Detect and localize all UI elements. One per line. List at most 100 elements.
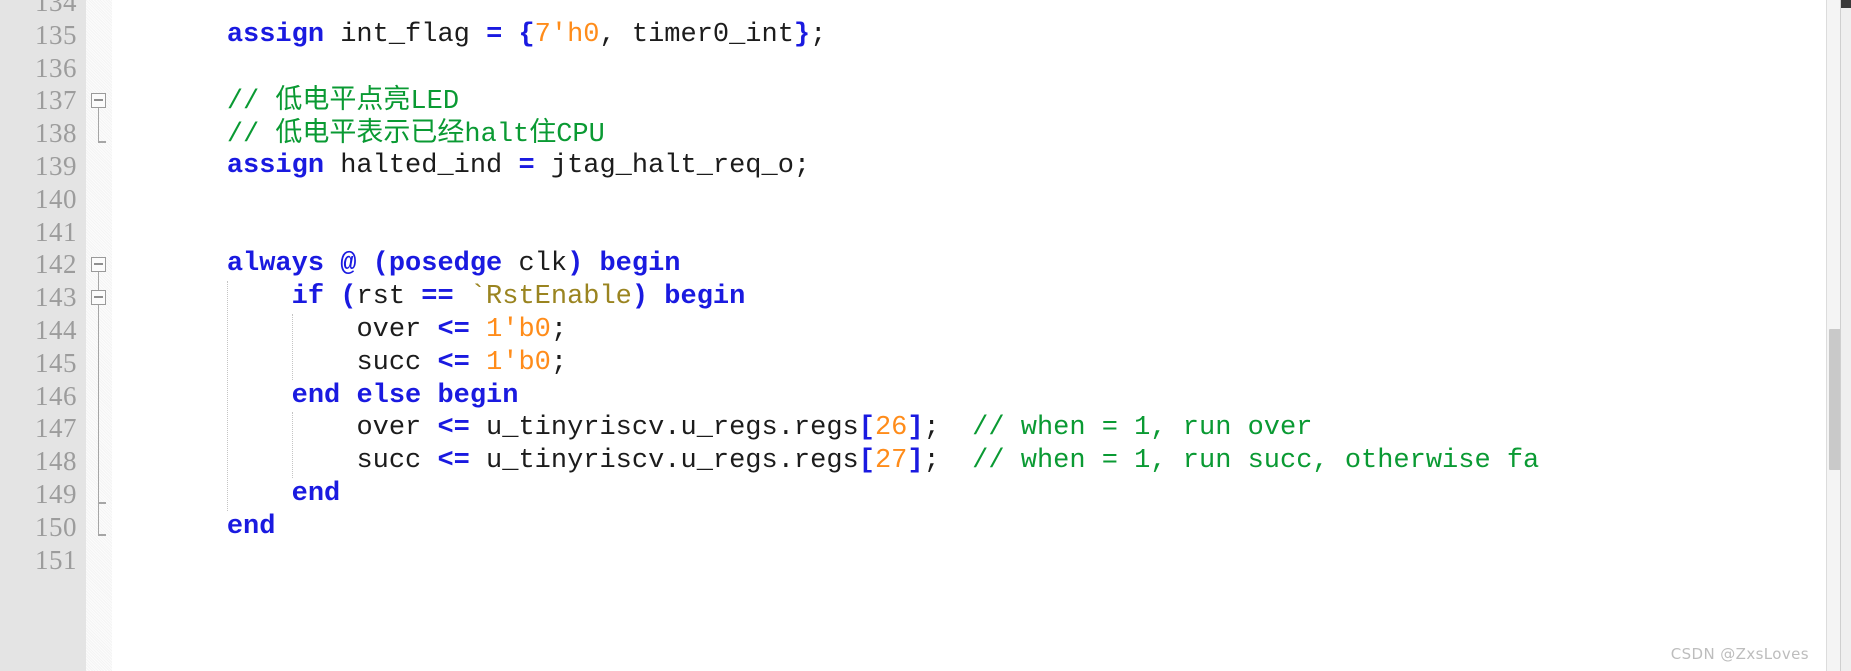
indent-guide — [227, 281, 229, 511]
code-token-id: succ — [356, 347, 438, 378]
code-token-kw: posedge — [388, 249, 503, 280]
code-line[interactable] — [162, 0, 178, 19]
code-line[interactable]: end — [162, 478, 341, 511]
scrollbar-outer-track[interactable] — [1840, 0, 1851, 671]
fold-range-end — [97, 140, 106, 143]
code-token-id — [162, 348, 356, 378]
code-token-id — [324, 282, 340, 312]
code-line[interactable]: succ <= 1'b0; — [162, 347, 567, 380]
code-token-num: 27 — [874, 446, 908, 477]
code-token-kw: begin — [437, 380, 519, 411]
code-token-kw: end — [226, 511, 276, 542]
code-token-kw: always — [226, 249, 325, 280]
vertical-scrollbar[interactable] — [1826, 0, 1851, 671]
code-content-area[interactable]: assign int_flag = {7'h0, timer0_int}; //… — [112, 0, 1826, 671]
code-token-op: <= — [437, 315, 470, 345]
code-token-num: 1'b0 — [486, 315, 551, 345]
code-line[interactable]: end — [162, 511, 276, 544]
code-token-op: ( — [372, 249, 389, 280]
code-token-id — [162, 315, 356, 345]
code-line[interactable]: over <= 1'b0; — [162, 314, 567, 347]
line-number-gutter: 134 135 136 137 138 139 140 141 142 143 144 145 146 1… — [0, 0, 86, 671]
fold-collapse-icon[interactable] — [91, 257, 106, 273]
code-token-id — [583, 249, 599, 279]
code-token-id — [502, 20, 518, 50]
fold-range-end — [97, 534, 106, 537]
watermark-label: CSDN @ZxsLoves — [1670, 645, 1809, 663]
code-token-id — [162, 249, 227, 279]
code-line[interactable]: assign halted_ind = jtag_halt_req_o; — [162, 150, 810, 183]
line-number: 139 — [35, 151, 77, 181]
line-number: 135 — [35, 19, 77, 50]
code-line[interactable]: end else begin — [162, 380, 519, 413]
code-token-id: ; — [923, 446, 973, 477]
code-token-cn: 住 — [529, 117, 557, 149]
code-line[interactable]: always @ (posedge clk) begin — [162, 248, 681, 281]
line-number: 141 — [35, 216, 77, 247]
code-token-id: halted_ind — [324, 151, 519, 181]
code-editor[interactable]: 134 135 136 137 138 139 140 141 142 143 144 145 146 1… — [0, 0, 1851, 671]
code-token-id: , timer0_int — [599, 19, 794, 50]
fold-collapse-icon[interactable] — [91, 93, 106, 109]
code-token-op: { — [518, 19, 535, 50]
code-line[interactable]: // 低电平点亮LED — [162, 84, 459, 117]
code-line[interactable] — [162, 544, 178, 577]
code-line[interactable] — [162, 52, 178, 85]
code-line[interactable]: over <= u_tinyriscv.u_regs.regs[26]; // … — [162, 412, 1312, 445]
line-number: 151 — [35, 544, 77, 575]
code-token-op: @ — [324, 249, 373, 280]
code-token-id — [162, 151, 227, 181]
code-token-op: [ — [858, 446, 875, 477]
line-number: 147 — [35, 413, 77, 444]
code-token-op: ( — [340, 282, 357, 313]
line-number: 138 — [35, 118, 77, 149]
code-token-op: <= — [437, 446, 470, 477]
code-token-id: rst — [356, 282, 422, 313]
code-token-num: 1'b0 — [486, 347, 551, 378]
code-token-num: 26 — [874, 413, 908, 444]
code-token-kw: end — [291, 479, 341, 509]
code-token-id — [162, 446, 356, 476]
code-folding-column[interactable] — [86, 0, 112, 671]
code-token-op: <= — [437, 347, 470, 378]
code-token-cmt: // when = 1, run succ, otherwise fa — [972, 446, 1540, 477]
code-token-id: over — [356, 413, 438, 444]
code-token-id — [162, 413, 356, 443]
code-token-kw: if — [291, 282, 325, 313]
code-token-cmt: // — [226, 120, 276, 151]
code-token-id: clk — [502, 249, 568, 280]
code-token-id — [648, 282, 664, 312]
code-token-op: = — [486, 19, 503, 50]
code-token-op: } — [793, 19, 811, 50]
code-line[interactable]: // 低电平表示已经halt住CPU — [162, 117, 605, 150]
code-token-kw: else — [356, 380, 422, 411]
line-number: 150 — [35, 511, 77, 542]
code-token-id: over — [356, 315, 438, 345]
code-line[interactable]: assign int_flag = {7'h0, timer0_int}; — [162, 19, 827, 52]
scrollbar-corner — [1841, 0, 1851, 8]
line-number: 136 — [35, 52, 77, 83]
line-number: 134 — [35, 0, 77, 17]
code-token-id: jtag_halt_req_o; — [534, 151, 811, 181]
code-token-num: 7'h0 — [534, 19, 600, 50]
code-token-id: ; — [923, 413, 973, 444]
line-number: 144 — [35, 315, 77, 345]
code-token-mac: `RstEnable — [469, 282, 632, 313]
code-token-id: u_tinyriscv.u_regs.regs — [469, 413, 859, 444]
code-token-cmt: halt — [464, 120, 530, 151]
fold-collapse-icon[interactable] — [91, 290, 106, 306]
code-line[interactable] — [162, 183, 178, 216]
code-token-id: ; — [550, 347, 568, 378]
code-token-kw: begin — [599, 249, 681, 280]
code-token-id — [162, 20, 227, 50]
code-line[interactable]: if (rst == `RstEnable) begin — [162, 281, 746, 314]
code-token-id — [470, 348, 486, 378]
indent-guide — [292, 412, 294, 478]
code-line[interactable] — [162, 216, 178, 249]
code-token-op: == — [421, 282, 454, 313]
code-line[interactable]: succ <= u_tinyriscv.u_regs.regs[27]; // … — [162, 445, 1539, 478]
code-token-op: ) — [631, 282, 649, 313]
code-token-cmt: // — [226, 87, 276, 118]
line-number: 143 — [35, 282, 77, 313]
code-token-op: [ — [858, 413, 875, 444]
